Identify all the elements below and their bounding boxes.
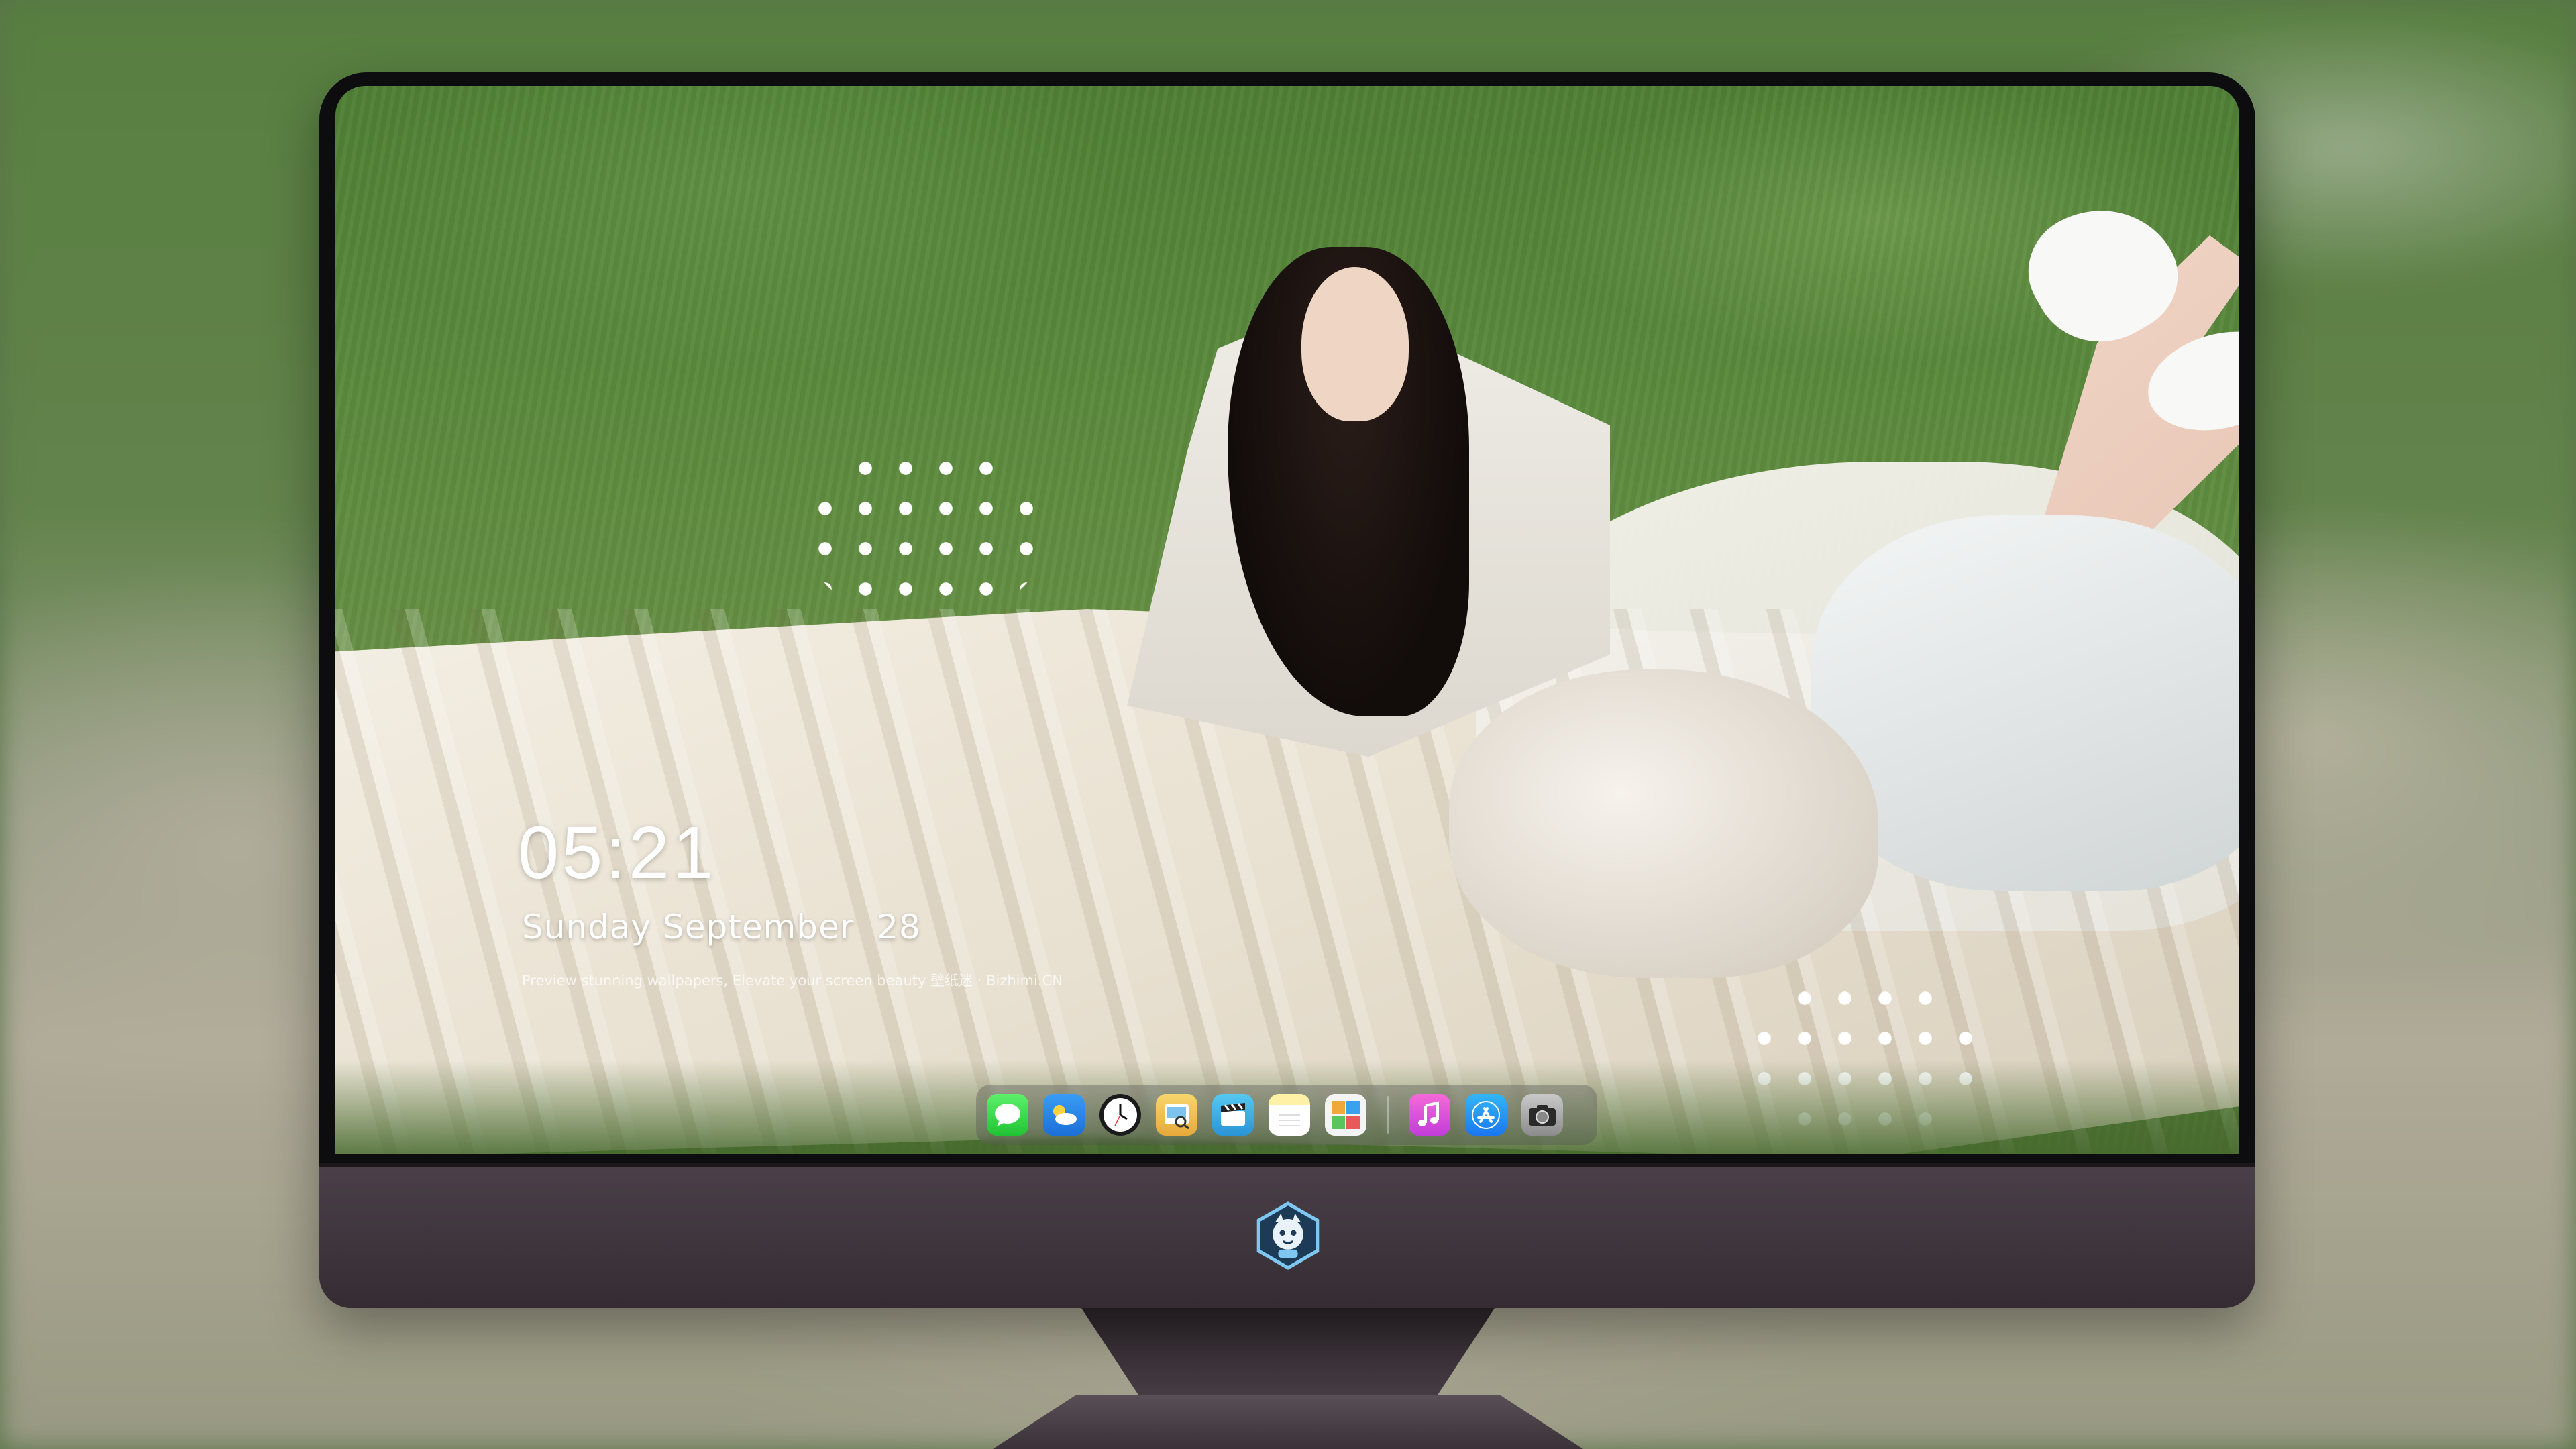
music-icon[interactable] — [1409, 1094, 1450, 1136]
lock-date: Sunday September 28 — [522, 908, 921, 947]
monitor-stand-neck — [1081, 1308, 1495, 1409]
clips-icon[interactable] — [1212, 1094, 1254, 1136]
dock-separator — [1387, 1096, 1389, 1134]
preview-icon[interactable] — [1156, 1094, 1197, 1136]
photo-booth-icon[interactable] — [1325, 1094, 1366, 1136]
chin-divider — [319, 1163, 2255, 1167]
brand-logo-icon — [1256, 1201, 1320, 1270]
dock — [976, 1085, 1597, 1145]
messages-icon[interactable] — [987, 1094, 1028, 1136]
desktop-scene: 05:21 Sunday September 28 Preview stunni… — [0, 0, 2576, 1449]
wallpaper-lamb — [1449, 669, 1878, 978]
wallpaper-face — [1301, 267, 1409, 421]
wallpaper-flowers — [805, 448, 1046, 623]
notes-icon[interactable] — [1269, 1094, 1310, 1136]
weather-icon[interactable] — [1043, 1094, 1085, 1136]
wallpaper-caption: Preview stunning wallpapers, Elevate you… — [522, 973, 1063, 989]
app-store-icon[interactable] — [1465, 1094, 1507, 1136]
lock-clock: 05:21 — [518, 812, 716, 894]
monitor-stand-base — [993, 1395, 1583, 1449]
lock-screen: 05:21 Sunday September 28 Preview stunni… — [335, 86, 2239, 1154]
clock-icon[interactable] — [1099, 1094, 1141, 1136]
camera-icon[interactable] — [1521, 1094, 1563, 1136]
